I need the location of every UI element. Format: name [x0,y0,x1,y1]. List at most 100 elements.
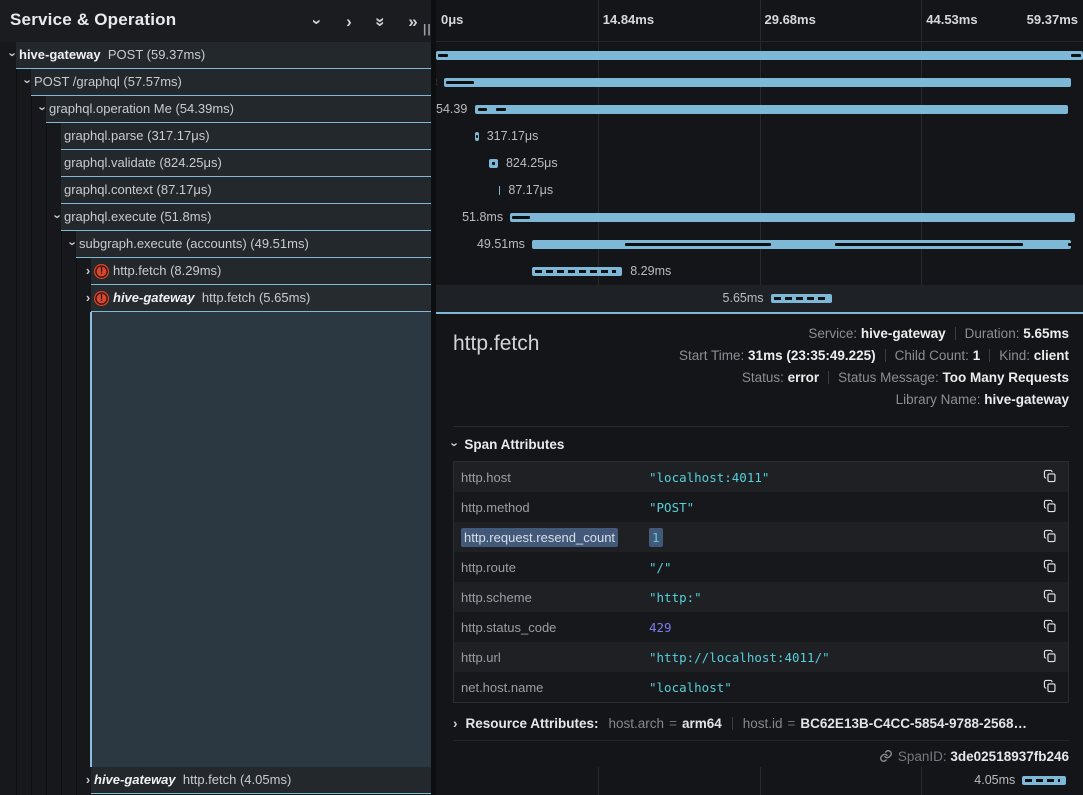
span-tree-row[interactable]: ›graphql.operation Me (54.39ms) [0,96,431,123]
chevron-down-icon[interactable]: › [22,74,34,89]
span-duration-bar[interactable] [475,105,1068,114]
meta-line: Service: hive-gatewayDuration: 5.65ms [679,326,1069,348]
attribute-key[interactable]: http.url [461,650,649,665]
attribute-key[interactable]: http.route [461,560,649,575]
chevron-down-icon[interactable]: › [306,11,328,33]
child-span-dashes [1025,779,1060,782]
span-tree-row[interactable]: ›!hive-gateway http.fetch (5.65ms) [0,285,431,312]
span-tree-row[interactable]: graphql.parse (317.17μs) [0,123,431,150]
attribute-value[interactable]: "localhost" [649,680,1040,695]
span-row-label: graphql.context (87.17μs) [64,182,212,197]
attribute-value[interactable]: 1 [649,530,1040,545]
span-duration-bar[interactable] [489,159,498,168]
child-span-dashes [774,297,827,300]
operation-name: graphql.parse (317.17μs) [64,128,210,143]
span-tree-row[interactable]: ›!http.fetch (8.29ms) [0,258,431,285]
attribute-value[interactable]: "http:" [649,590,1040,605]
span-tree-row[interactable]: ›subgraph.execute (accounts) (49.51ms) [0,231,431,258]
chevron-right-icon[interactable]: › [82,290,94,305]
duration-label: 87.17μs [508,183,553,197]
span-tree-row[interactable]: graphql.validate (824.25μs) [0,150,431,177]
span-attributes-header[interactable]: ›Span Attributes [453,437,1069,452]
chevron-right-icon[interactable]: › [82,772,94,787]
copy-icon[interactable] [1040,497,1060,517]
attribute-key[interactable]: http.method [461,500,649,515]
child-span-mark [478,108,487,111]
meta-line: Start Time: 31ms (23:35:49.225)Child Cou… [679,348,1069,370]
span-row-label: hive-gateway http.fetch (4.05ms) [94,772,291,787]
attribute-key[interactable]: http.host [461,470,649,485]
span-duration-bar[interactable] [444,78,1071,87]
attribute-key[interactable]: net.host.name [461,680,649,695]
chevron-down-icon[interactable]: › [67,236,79,251]
meta-divider [828,371,829,384]
double-chevron-down-icon[interactable]: » [370,11,392,33]
copy-icon[interactable] [1040,467,1060,487]
attribute-value[interactable]: "/" [649,560,1040,575]
span-detail-meta: Service: hive-gatewayDuration: 5.65msSta… [679,326,1069,414]
span-tree-row[interactable]: ›POST /graphql (57.57ms) [0,69,431,96]
attribute-value[interactable]: "http://localhost:4011/" [649,650,1040,665]
span-row-label: hive-gateway POST (59.37ms) [19,47,205,62]
span-duration-bar[interactable] [532,267,622,276]
child-span-mark [835,243,1024,246]
meta-value: error [788,370,820,385]
timeline-row: 54.39ms [436,96,1083,123]
attribute-row: net.host.name"localhost" [454,672,1068,702]
span-duration-bar[interactable] [475,132,478,141]
span-tree-row[interactable]: ›hive-gateway http.fetch (4.05ms) [0,767,431,794]
span-row-label: POST /graphql (57.57ms) [34,74,182,89]
span-tree-row[interactable]: ›hive-gateway POST (59.37ms) [0,42,431,69]
operation-name: subgraph.execute (accounts) (49.51ms) [79,236,309,251]
duration-label: 54.39ms [436,102,468,116]
copy-icon[interactable] [1040,557,1060,577]
meta-line: Library Name: hive-gateway [679,392,1069,414]
span-duration-bar[interactable] [499,186,501,195]
copy-icon[interactable] [1040,617,1060,637]
chevron-down-icon[interactable]: › [37,101,49,116]
attribute-row: http.status_code429 [454,612,1068,642]
attribute-key[interactable]: http.scheme [461,590,649,605]
span-id-label: SpanID: [898,749,947,764]
panel-resize-divider[interactable]: || [431,0,436,795]
span-duration-bar[interactable] [436,51,1083,60]
copy-icon[interactable] [1040,647,1060,667]
duration-label: 49.51ms [436,237,525,251]
selected-span-expansion [90,312,431,767]
attribute-value[interactable]: 429 [649,620,1040,635]
attribute-value[interactable]: "localhost:4011" [649,470,1040,485]
span-duration-bar[interactable] [1022,776,1066,785]
double-chevron-right-icon[interactable]: » [402,11,424,33]
span-duration-bar[interactable] [532,240,1072,249]
span-tree-row[interactable]: graphql.context (87.17μs) [0,177,431,204]
span-row-label: http.fetch (8.29ms) [113,263,221,278]
attribute-key[interactable]: http.status_code [461,620,649,635]
copy-icon[interactable] [1040,587,1060,607]
copy-icon[interactable] [1040,677,1060,697]
resize-grip-icon[interactable]: || [423,22,432,36]
chevron-down-icon[interactable]: › [7,47,19,62]
link-icon[interactable] [879,749,893,763]
span-attributes-section: ›Span Attributes http.host"localhost:401… [453,426,1069,703]
chevron-down-icon[interactable]: › [52,209,64,224]
chevron-right-icon[interactable]: › [338,11,360,33]
resource-attributes-row[interactable]: ›Resource Attributes:host.arch=arm64host… [453,716,1069,731]
chevron-right-icon: › [453,716,458,731]
timeline-row: 59.37ms [436,42,1083,69]
meta-divider [955,327,956,340]
timeline-row: 824.25μs [436,150,1083,177]
span-duration-bar[interactable] [771,294,833,303]
meta-label: Start Time: [679,348,748,363]
resource-key: host.id [743,716,783,731]
copy-icon[interactable] [1040,527,1060,547]
timeline-row: 317.17μs [436,123,1083,150]
attribute-key[interactable]: http.request.resend_count [461,530,649,545]
span-duration-bar[interactable] [510,213,1075,222]
meta-value: Too Many Requests [942,370,1069,385]
span-attributes-table: http.host"localhost:4011"http.method"POS… [453,461,1069,703]
span-tree-row[interactable]: ›graphql.execute (51.8ms) [0,204,431,231]
span-row-label: hive-gateway http.fetch (5.65ms) [113,290,310,305]
attribute-value[interactable]: "POST" [649,500,1040,515]
chevron-right-icon[interactable]: › [82,263,94,278]
resource-value: arm64 [682,716,722,731]
